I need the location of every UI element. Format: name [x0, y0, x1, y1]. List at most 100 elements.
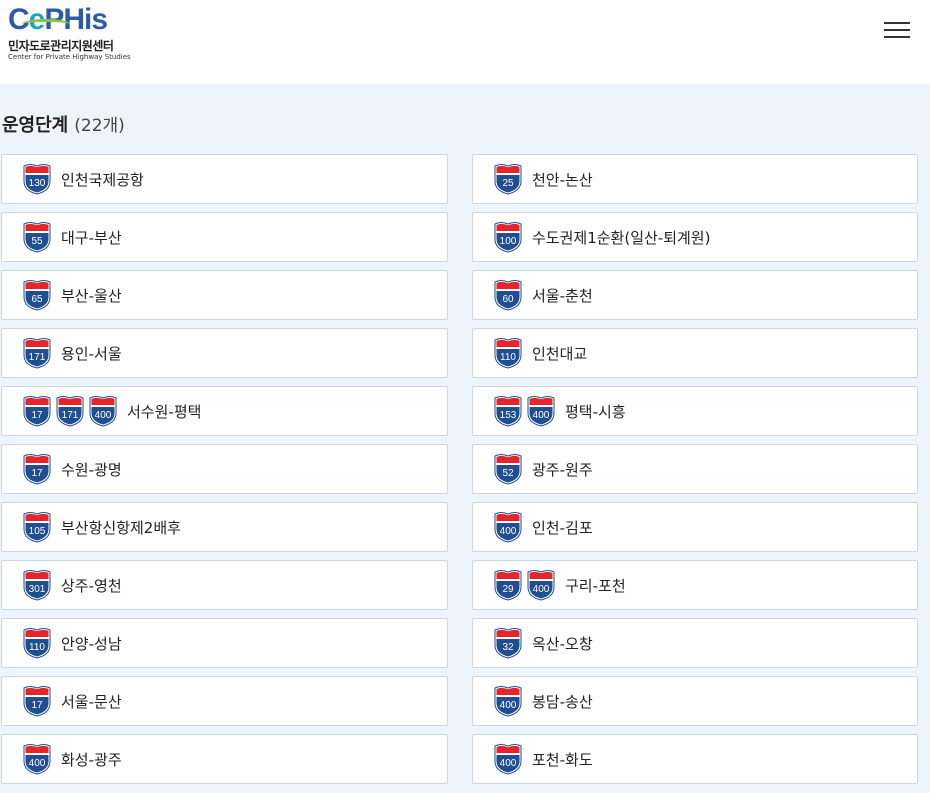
highway-shield-icon: 400 — [23, 743, 51, 775]
route-name: 옥산-오창 — [532, 634, 593, 653]
highway-shield-icon: 17 — [23, 453, 51, 485]
route-card[interactable]: 17 수원-광명 — [1, 444, 448, 494]
logo-swoosh — [22, 19, 70, 29]
cephis-logo[interactable]: CePHis 민자도로관리지원센터 Center for Private Hig… — [8, 5, 136, 62]
route-shields: 130 — [23, 163, 51, 195]
shield-number: 25 — [502, 178, 514, 189]
highway-shield-icon: 130 — [23, 163, 51, 195]
route-card[interactable]: 153 400 평택-시흥 — [472, 386, 918, 436]
shield-number: 65 — [31, 294, 43, 305]
shield-number: 153 — [499, 410, 517, 421]
route-name: 상주-영천 — [61, 576, 122, 595]
shield-number: 17 — [31, 410, 43, 421]
shield-number: 32 — [502, 642, 514, 653]
route-card[interactable]: 110 인천대교 — [472, 328, 918, 378]
hamburger-menu-icon[interactable] — [884, 20, 910, 40]
route-name: 용인-서울 — [61, 344, 122, 363]
route-shields: 301 — [23, 569, 51, 601]
route-shields: 17 — [23, 453, 51, 485]
shield-number: 400 — [28, 758, 46, 769]
shield-number: 52 — [502, 468, 514, 479]
route-shields: 55 — [23, 221, 51, 253]
route-card[interactable]: 52 광주-원주 — [472, 444, 918, 494]
route-card[interactable]: 400 화성-광주 — [1, 734, 448, 784]
route-card[interactable]: 171 용인-서울 — [1, 328, 448, 378]
route-card[interactable]: 17 171 400 서수원-평택 — [1, 386, 448, 436]
route-name: 수도권제1순환(일산-퇴계원) — [532, 228, 711, 247]
shield-number: 105 — [28, 526, 46, 537]
route-name: 부산-울산 — [61, 286, 122, 305]
shield-number: 29 — [502, 584, 514, 595]
shield-number: 400 — [499, 758, 517, 769]
route-card[interactable]: 400 봉담-송산 — [472, 676, 918, 726]
shield-number: 400 — [94, 410, 112, 421]
section-count: (22개) — [74, 116, 125, 136]
route-name: 포천-화도 — [532, 750, 593, 769]
route-shields: 171 — [23, 337, 51, 369]
route-name: 수원-광명 — [61, 460, 122, 479]
highway-shield-icon: 400 — [89, 395, 117, 427]
section-title: 운영단계 (22개) — [2, 111, 125, 137]
highway-shield-icon: 400 — [494, 743, 522, 775]
route-name: 인천-김포 — [532, 518, 593, 537]
route-name: 인천대교 — [532, 344, 588, 363]
highway-shield-icon: 55 — [23, 221, 51, 253]
route-card[interactable]: 32 옥산-오창 — [472, 618, 918, 668]
route-card[interactable]: 17 서울-문산 — [1, 676, 448, 726]
shield-number: 400 — [499, 700, 517, 711]
highway-shield-icon: 400 — [527, 395, 555, 427]
highway-shield-icon: 171 — [23, 337, 51, 369]
highway-shield-icon: 171 — [56, 395, 84, 427]
route-name: 서울-춘천 — [532, 286, 593, 305]
route-shields: 400 — [494, 511, 522, 543]
highway-shield-icon: 32 — [494, 627, 522, 659]
route-card[interactable]: 400 포천-화도 — [472, 734, 918, 784]
shield-number: 130 — [28, 178, 46, 189]
route-shields: 105 — [23, 511, 51, 543]
highway-shield-icon: 52 — [494, 453, 522, 485]
route-shields: 17 — [23, 685, 51, 717]
route-card[interactable]: 25 천안-논산 — [472, 154, 918, 204]
shield-number: 60 — [502, 294, 514, 305]
route-name: 서수원-평택 — [127, 402, 202, 421]
route-name: 서울-문산 — [61, 692, 122, 711]
route-card[interactable]: 105 부산항신항제2배후 — [1, 502, 448, 552]
route-list: 130 인천국제공항 25 천안-논산 55 대구-부산 100 수도권제1순환(일산-퇴계원… — [1, 154, 918, 784]
route-name: 안양-성남 — [61, 634, 122, 653]
highway-shield-icon: 110 — [23, 627, 51, 659]
route-shields: 29 400 — [494, 569, 555, 601]
route-card[interactable]: 110 안양-성남 — [1, 618, 448, 668]
shield-number: 400 — [532, 410, 550, 421]
route-shields: 400 — [494, 743, 522, 775]
shield-number: 171 — [28, 352, 46, 363]
route-shields: 400 — [494, 685, 522, 717]
route-name: 인천국제공항 — [61, 170, 144, 189]
shield-number: 171 — [61, 410, 79, 421]
route-card[interactable]: 65 부산-울산 — [1, 270, 448, 320]
shield-number: 400 — [499, 526, 517, 537]
shield-number: 100 — [499, 236, 517, 247]
route-card[interactable]: 130 인천국제공항 — [1, 154, 448, 204]
route-card[interactable]: 29 400 구리-포천 — [472, 560, 918, 610]
logo-korean-name: 민자도로관리지원센터 — [8, 39, 114, 53]
route-shields: 400 — [23, 743, 51, 775]
highway-shield-icon: 29 — [494, 569, 522, 601]
shield-number: 400 — [532, 584, 550, 595]
route-shields: 32 — [494, 627, 522, 659]
highway-shield-icon: 60 — [494, 279, 522, 311]
route-card[interactable]: 301 상주-영천 — [1, 560, 448, 610]
route-name: 봉담-송산 — [532, 692, 593, 711]
route-card[interactable]: 55 대구-부산 — [1, 212, 448, 262]
route-name: 대구-부산 — [61, 228, 122, 247]
route-shields: 52 — [494, 453, 522, 485]
highway-shield-icon: 110 — [494, 337, 522, 369]
highway-shield-icon: 25 — [494, 163, 522, 195]
route-shields: 110 — [23, 627, 51, 659]
logo-english-name: Center for Private Highway Studies — [8, 53, 131, 61]
shield-number: 110 — [500, 352, 516, 363]
highway-shield-icon: 400 — [494, 511, 522, 543]
route-card[interactable]: 100 수도권제1순환(일산-퇴계원) — [472, 212, 918, 262]
route-card[interactable]: 400 인천-김포 — [472, 502, 918, 552]
route-card[interactable]: 60 서울-춘천 — [472, 270, 918, 320]
section-title-text: 운영단계 — [2, 115, 69, 136]
